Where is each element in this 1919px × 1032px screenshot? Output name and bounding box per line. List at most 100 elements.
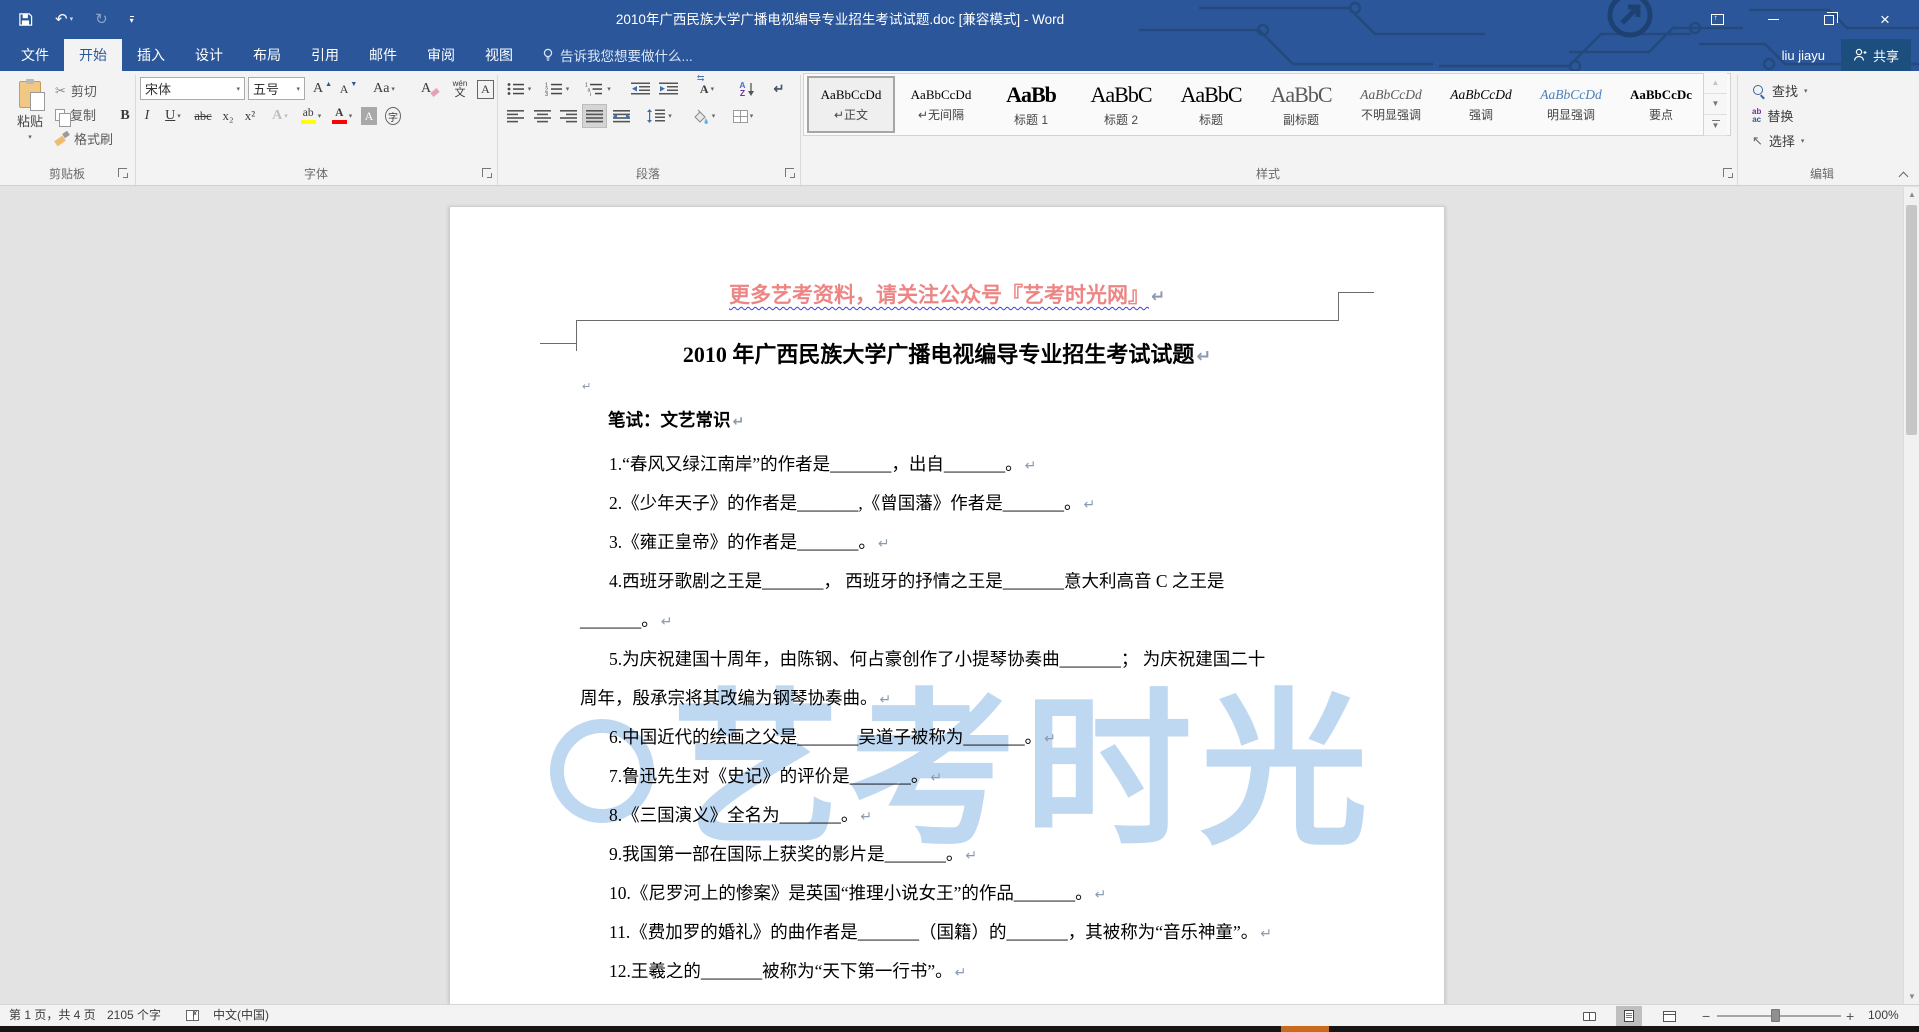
zoom-in-button[interactable]: +: [1846, 1005, 1854, 1027]
strikethrough-button[interactable]: abc: [190, 104, 216, 128]
zoom-out-button[interactable]: −: [1702, 1005, 1710, 1027]
tab-layout[interactable]: 布局: [238, 39, 296, 71]
paste-button[interactable]: 粘贴 ▾: [8, 77, 52, 153]
ribbon-display-options-button[interactable]: [1689, 0, 1745, 39]
phonetic-guide-button[interactable]: wén 文: [448, 77, 472, 101]
tab-mailings[interactable]: 邮件: [354, 39, 412, 71]
text-effects-button[interactable]: A ▾: [266, 104, 294, 128]
tab-insert[interactable]: 插入: [122, 39, 180, 71]
document-line[interactable]: 3.《雍正皇帝》的作者是_______。 ↵: [580, 523, 1342, 562]
tab-references[interactable]: 引用: [296, 39, 354, 71]
style-title[interactable]: AaBbC 标题: [1167, 76, 1255, 133]
page-indicator[interactable]: 第 1 页，共 4 页: [9, 1005, 96, 1026]
multilevel-list-button[interactable]: 1ai ▾: [581, 77, 615, 101]
print-layout-button[interactable]: [1616, 1006, 1642, 1026]
borders-button[interactable]: ▾: [726, 104, 760, 128]
document-title[interactable]: 2010 年广西民族大学广播电视编导专业招生考试试题 ↵: [450, 337, 1444, 369]
style-normal[interactable]: AaBbCcDd ↵正文: [807, 76, 895, 133]
character-border-button[interactable]: A: [474, 77, 497, 101]
proofing-status[interactable]: [186, 1005, 199, 1026]
cut-button[interactable]: ✂ 剪切: [55, 79, 135, 102]
vertical-scrollbar[interactable]: ▲ ▼: [1903, 187, 1919, 1004]
format-painter-button[interactable]: 格式刷: [55, 127, 135, 150]
read-mode-button[interactable]: [1576, 1006, 1602, 1026]
document-line[interactable]: _______。 ↵: [580, 601, 1342, 640]
share-button[interactable]: 共享: [1840, 39, 1911, 71]
document-line[interactable]: 1.“春风又绿江南岸”的作者是_______，出自_______。 ↵: [580, 445, 1342, 484]
document-line[interactable]: 11.《费加罗的婚礼》的曲作者是_______（国籍）的_______，其被称为…: [580, 913, 1342, 952]
gallery-more-button[interactable]: ▼: [1704, 115, 1727, 136]
tab-design[interactable]: 设计: [180, 39, 238, 71]
line-spacing-button[interactable]: ▾: [642, 104, 676, 128]
zoom-level[interactable]: 100%: [1868, 1005, 1899, 1026]
close-button[interactable]: ×: [1857, 0, 1913, 39]
bullets-button[interactable]: ▾: [503, 77, 535, 101]
document-line[interactable]: 周年，殷承宗将其改编为钢琴协奏曲。 ↵: [580, 679, 1342, 718]
tab-file[interactable]: 文件: [6, 39, 64, 71]
style-strong[interactable]: AaBbCcDc 要点: [1617, 76, 1705, 133]
bold-button[interactable]: B: [114, 104, 136, 128]
scroll-up-icon[interactable]: ▲: [1904, 190, 1919, 199]
clear-formatting-button[interactable]: A: [414, 77, 446, 101]
header-note[interactable]: 更多艺考资料，请关注公众号『艺考时光网』 ↵: [450, 279, 1444, 309]
empty-paragraph[interactable]: ↵: [580, 379, 591, 395]
replace-button[interactable]: ab ac 替换: [1752, 104, 1793, 127]
style-subtitle[interactable]: AaBbC 副标题: [1257, 76, 1345, 133]
word-count[interactable]: 2105 个字: [107, 1005, 161, 1026]
show-marks-button[interactable]: ↵: [766, 77, 792, 101]
document-line[interactable]: 8.《三国演义》全名为_______。 ↵: [580, 796, 1342, 835]
document-line[interactable]: 9.我国第一部在国际上获奖的影片是_______。 ↵: [580, 835, 1342, 874]
change-case-button[interactable]: Aa ▾: [364, 77, 404, 101]
grow-font-button[interactable]: A ▲: [310, 77, 335, 101]
style-heading-1[interactable]: AaBb 标题 1: [987, 76, 1075, 133]
justify-button[interactable]: [582, 104, 607, 128]
zoom-slider-thumb[interactable]: [1771, 1009, 1780, 1022]
distribute-button[interactable]: [609, 104, 634, 128]
font-name-combobox[interactable]: 宋体 ▾: [140, 77, 245, 100]
align-left-button[interactable]: [503, 104, 528, 128]
scrollbar-thumb[interactable]: [1906, 205, 1917, 435]
character-shading-button[interactable]: A: [358, 104, 380, 128]
tell-me-box[interactable]: 告诉我您想要做什么...: [528, 39, 707, 71]
italic-button[interactable]: I: [138, 104, 156, 128]
tab-home[interactable]: 开始: [64, 39, 122, 71]
document-line[interactable]: 7.鲁迅先生对《史记》的评价是_______。 ↵: [580, 757, 1342, 796]
font-size-combobox[interactable]: 五号 ▾: [248, 77, 305, 100]
undo-button[interactable]: ↶ ▾: [51, 8, 77, 31]
section-heading[interactable]: 笔试：文艺常识 ↵: [608, 407, 744, 432]
document-line[interactable]: 5.为庆祝建国十周年，由陈钢、何占豪创作了小提琴协奏曲_______； 为庆祝建…: [580, 640, 1342, 679]
style-emphasis[interactable]: AaBbCcDd 强调: [1437, 76, 1525, 133]
collapse-ribbon-button[interactable]: [1900, 171, 1909, 177]
shading-button[interactable]: ▾: [686, 104, 720, 128]
save-button[interactable]: [14, 8, 37, 31]
subscript-button[interactable]: x₂: [218, 104, 238, 128]
tab-review[interactable]: 审阅: [412, 39, 470, 71]
gallery-scroll-up-button[interactable]: ▲: [1704, 73, 1727, 94]
style-no-spacing[interactable]: AaBbCcDd ↵无间隔: [897, 76, 985, 133]
style-intense-emphasis[interactable]: AaBbCcDd 明显强调: [1527, 76, 1615, 133]
superscript-button[interactable]: x²: [240, 104, 260, 128]
minimize-button[interactable]: [1745, 0, 1801, 39]
document-line[interactable]: 10.《尼罗河上的惨案》是英国“推理小说女王”的作品_______。 ↵: [580, 874, 1342, 913]
style-heading-2[interactable]: AaBbC 标题 2: [1077, 76, 1165, 133]
redo-button[interactable]: ↻: [91, 8, 112, 31]
highlight-color-button[interactable]: ab ▾: [296, 104, 326, 128]
asian-layout-button[interactable]: ⇆ A ▾: [690, 73, 724, 101]
web-layout-button[interactable]: [1656, 1006, 1682, 1026]
document-line[interactable]: 4.西班牙歌剧之王是_______， 西班牙的抒情之王是_______意大利高音…: [580, 562, 1342, 601]
align-center-button[interactable]: [530, 104, 555, 128]
sort-button[interactable]: AZ: [733, 77, 761, 101]
tab-view[interactable]: 视图: [470, 39, 528, 71]
restore-button[interactable]: [1801, 0, 1857, 39]
paragraph-dialog-launcher[interactable]: [785, 168, 795, 178]
select-button[interactable]: ↖ 选择 ▾: [1752, 129, 1804, 152]
document-page[interactable]: 艺考时光 更多艺考资料，请关注公众号『艺考时光网』 ↵ 2010 年广西民族大学广…: [449, 206, 1445, 1004]
scroll-down-icon[interactable]: ▼: [1904, 992, 1919, 1001]
language-indicator[interactable]: 中文(中国): [213, 1005, 269, 1026]
document-line[interactable]: 2.《少年天子》的作者是_______,《曾国藩》作者是_______。 ↵: [580, 484, 1342, 523]
styles-dialog-launcher[interactable]: [1723, 168, 1733, 178]
gallery-scroll-down-button[interactable]: ▼: [1704, 94, 1727, 115]
enclose-characters-button[interactable]: 字: [382, 104, 404, 128]
document-line[interactable]: 12.王羲之的_______被称为“天下第一行书”。 ↵: [580, 952, 1342, 991]
clipboard-dialog-launcher[interactable]: [118, 168, 128, 178]
